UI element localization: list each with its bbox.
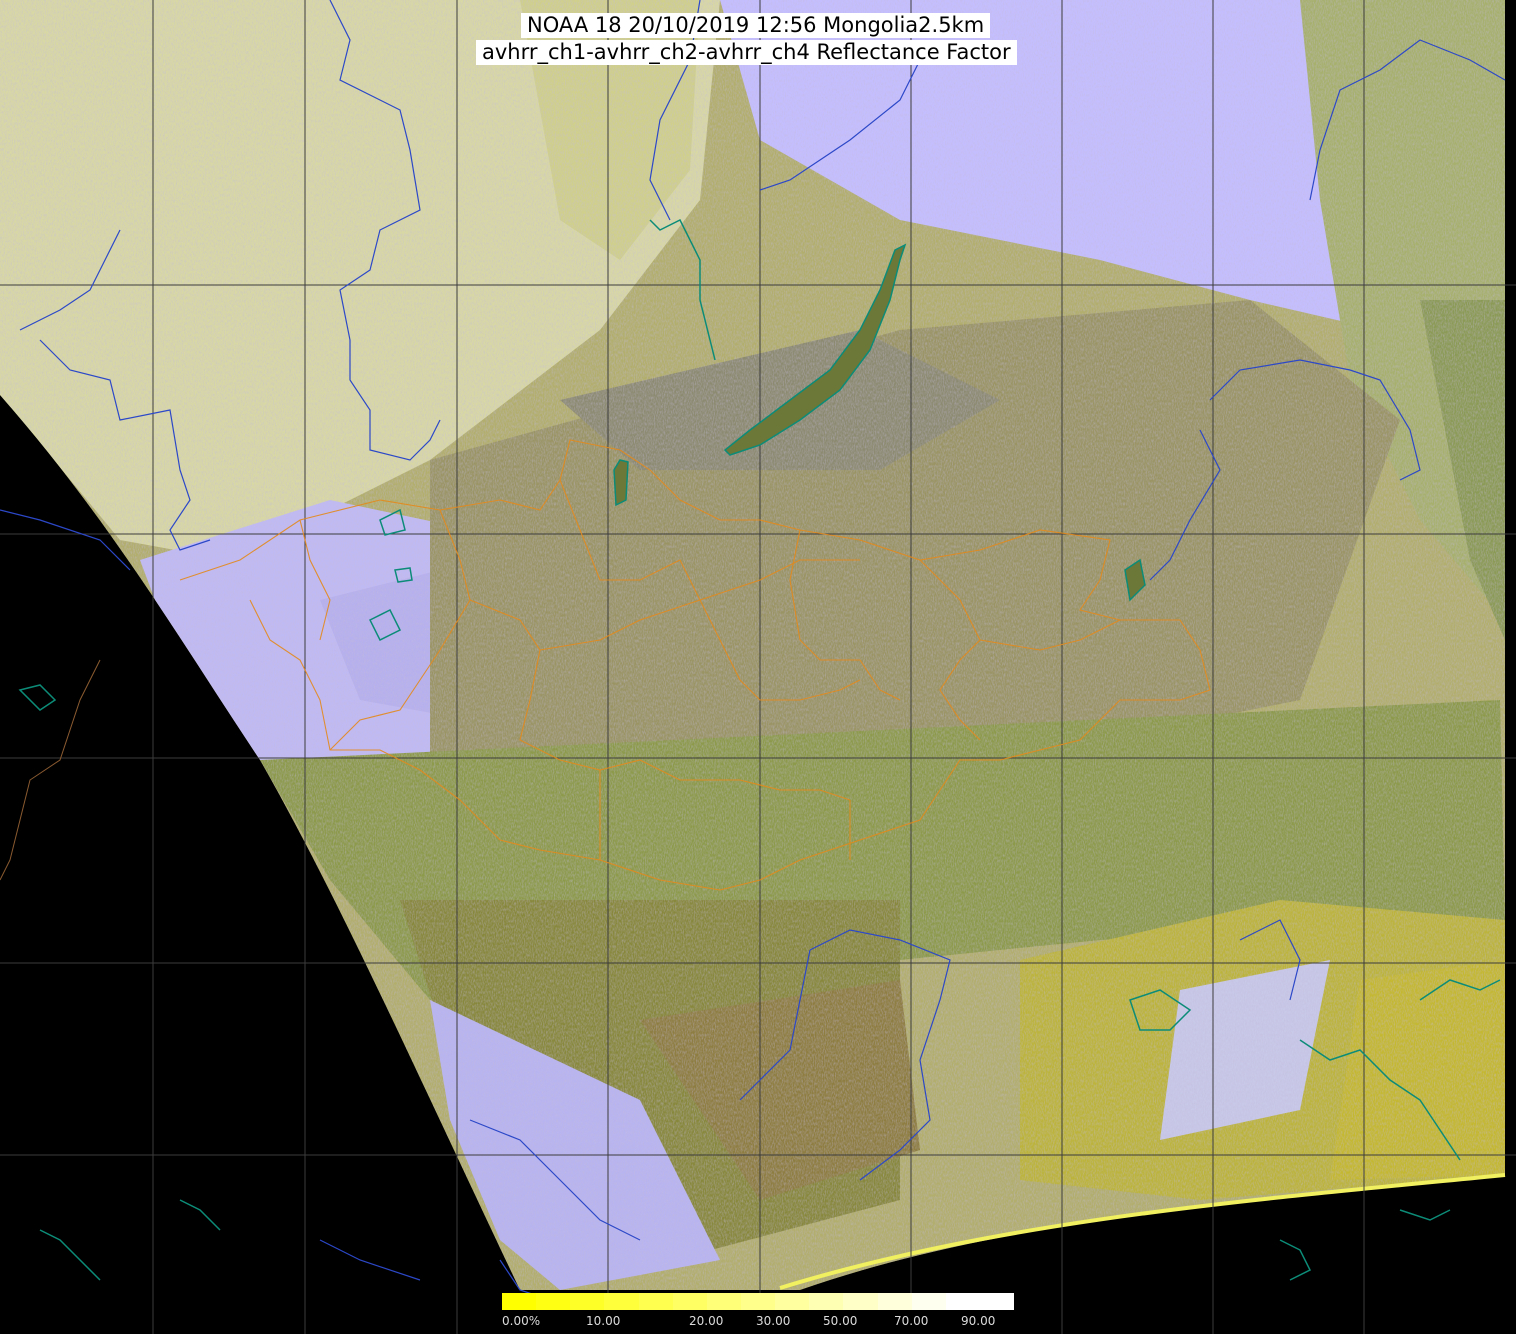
- legend-tick: 50.00: [823, 1314, 858, 1328]
- legend-swatch: [945, 1293, 980, 1310]
- map-title-line1: NOAA 18 20/10/2019 12:56 Mongolia2.5km: [521, 13, 991, 38]
- legend-swatch: [843, 1293, 878, 1310]
- legend-colorbar: [502, 1293, 1015, 1310]
- legend-swatch: [979, 1293, 1015, 1310]
- legend-tick: 20.00: [689, 1314, 724, 1328]
- legend-swatch: [536, 1293, 571, 1310]
- legend-swatch: [706, 1293, 741, 1310]
- legend-tick: 90.00: [961, 1314, 996, 1328]
- legend-swatch: [672, 1293, 707, 1310]
- color-legend: 0.00% 10.00 20.00 30.00 50.00 70.00 90.0…: [502, 1293, 1015, 1334]
- legend-swatch: [502, 1293, 537, 1310]
- legend-tick: 70.00: [894, 1314, 929, 1328]
- legend-swatch: [604, 1293, 639, 1310]
- satellite-map: [0, 0, 1516, 1334]
- legend-swatch: [740, 1293, 776, 1310]
- legend-tick: 10.00: [586, 1314, 621, 1328]
- legend-tick: 0.00%: [502, 1314, 541, 1328]
- legend-tick: 30.00: [756, 1314, 791, 1328]
- legend-swatch: [775, 1293, 810, 1310]
- legend-swatch: [638, 1293, 673, 1310]
- legend-labels: 0.00% 10.00 20.00 30.00 50.00 70.00 90.0…: [502, 1310, 1014, 1334]
- map-title-line2: avhrr_ch1-avhrr_ch2-avhrr_ch4 Reflectanc…: [476, 40, 1017, 65]
- legend-swatch: [809, 1293, 844, 1310]
- legend-swatch: [877, 1293, 912, 1310]
- legend-swatch: [570, 1293, 605, 1310]
- legend-swatch: [911, 1293, 946, 1310]
